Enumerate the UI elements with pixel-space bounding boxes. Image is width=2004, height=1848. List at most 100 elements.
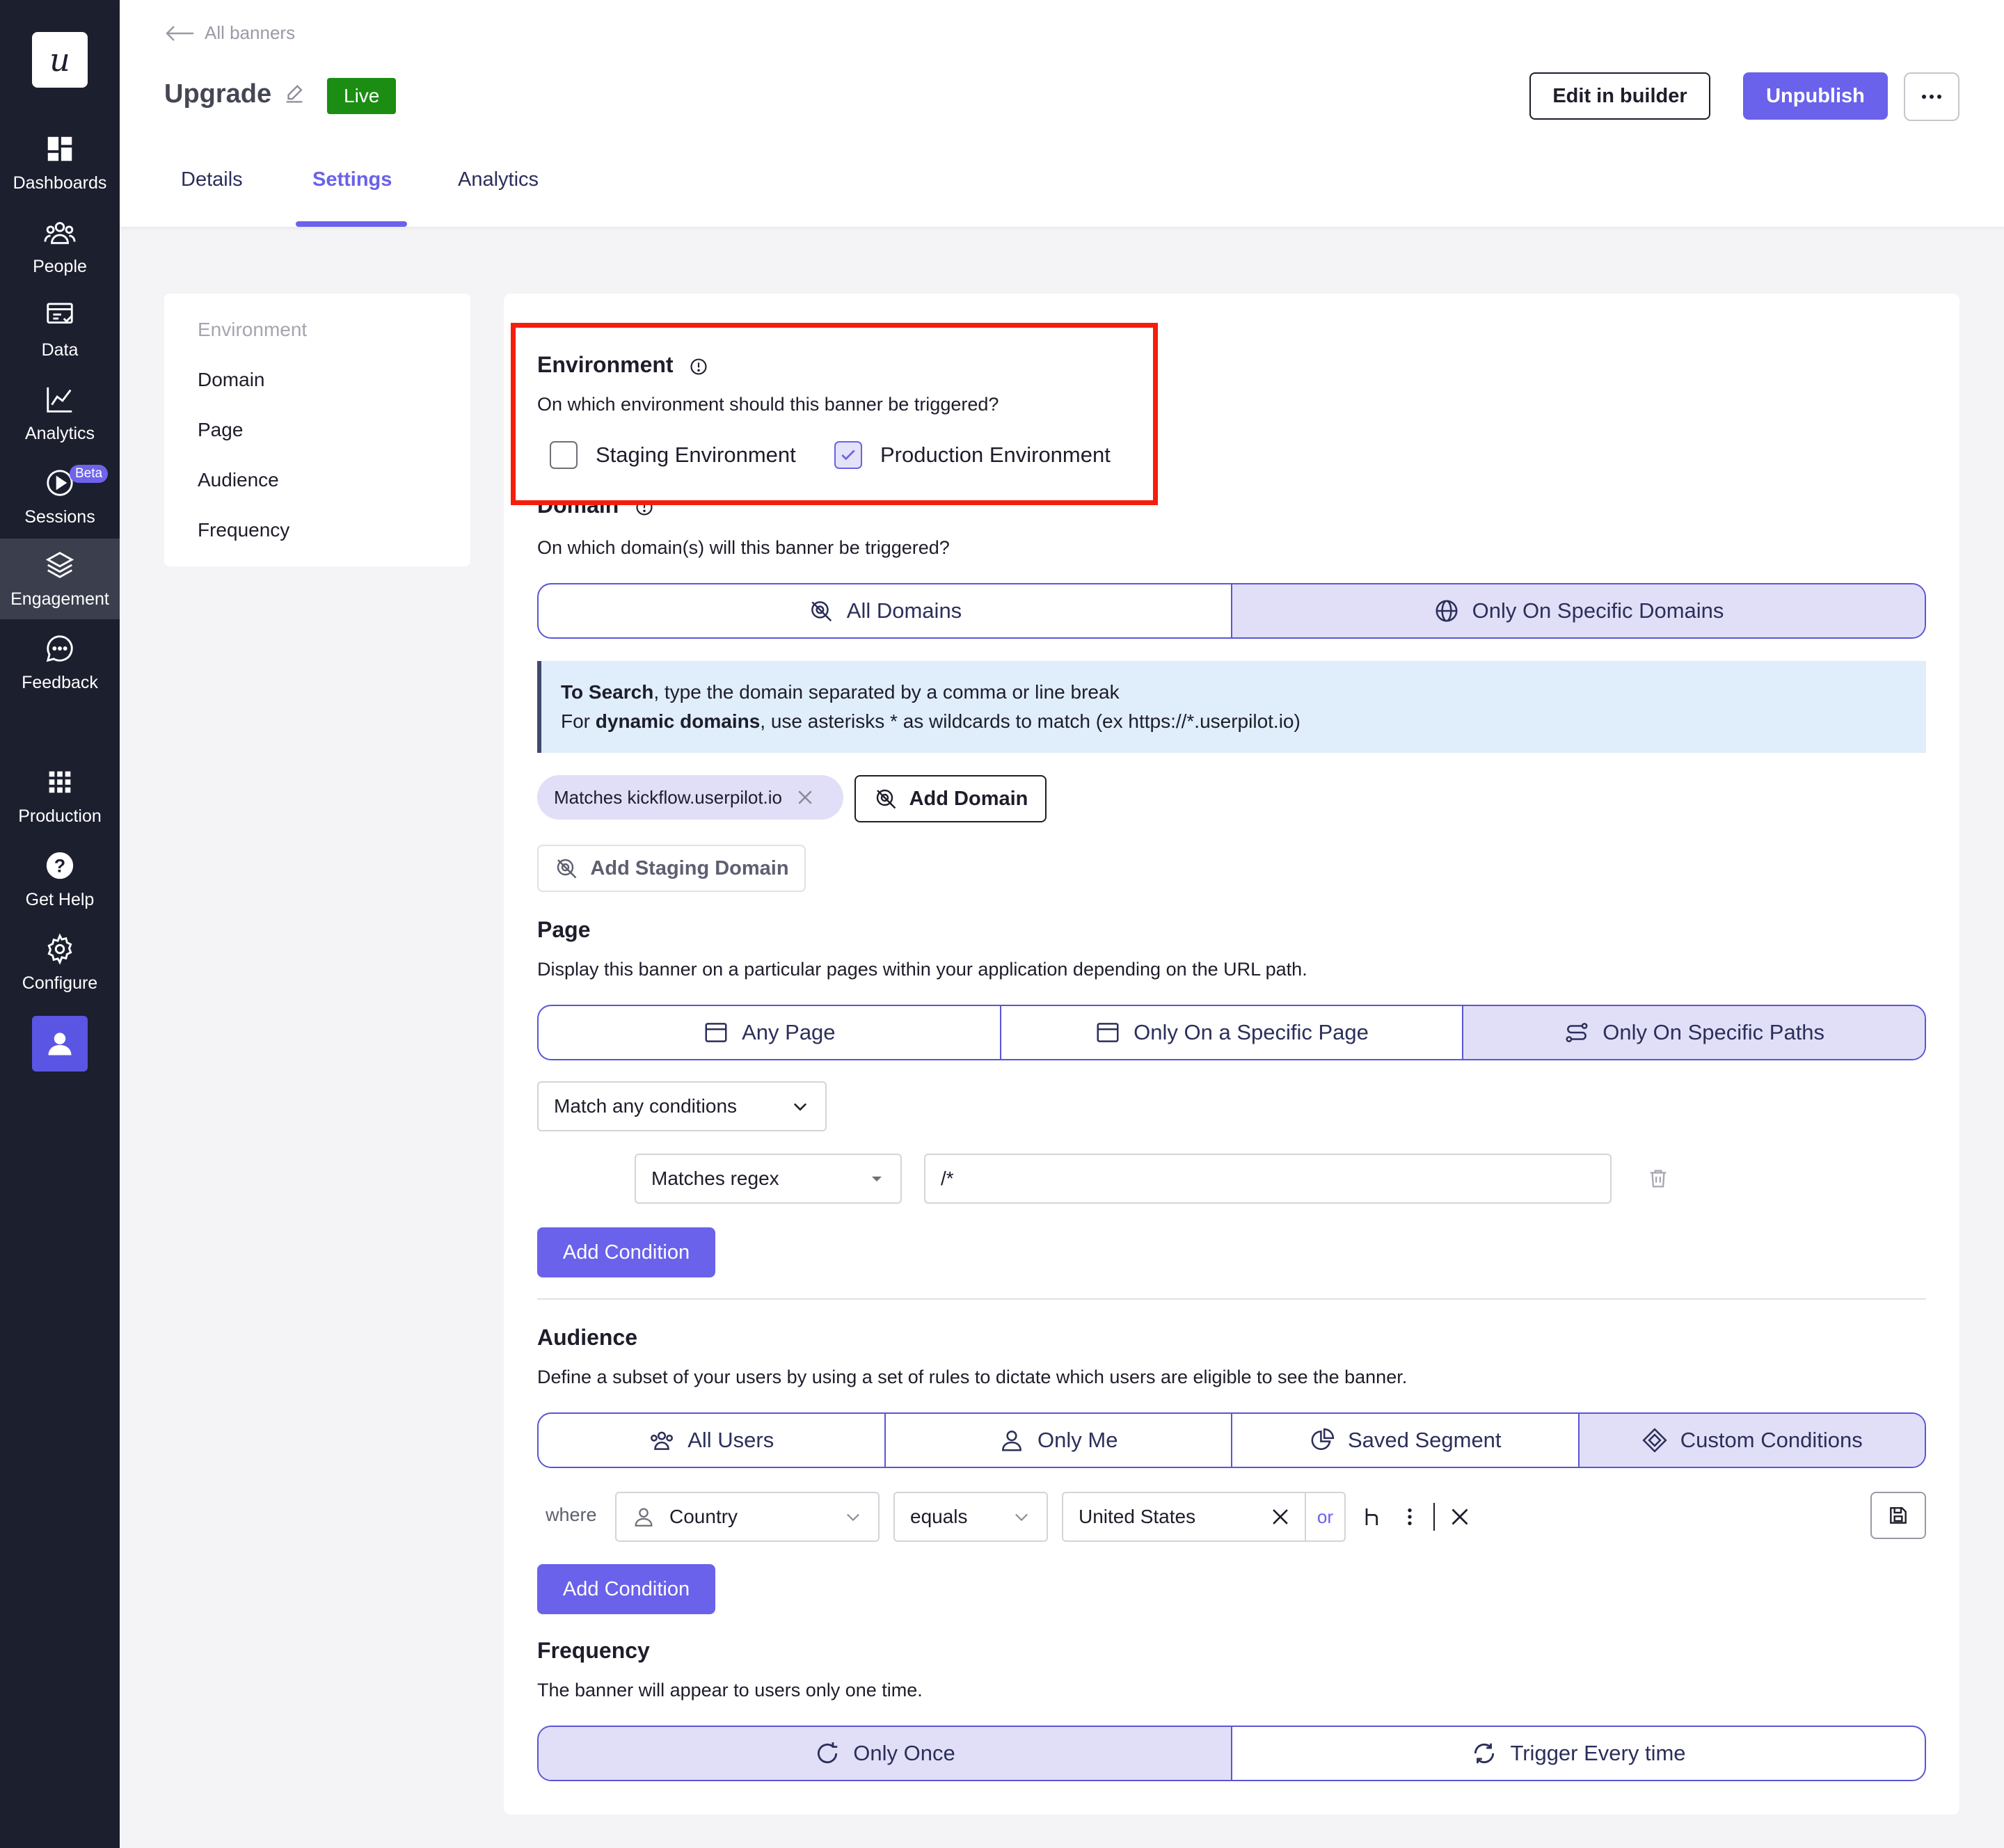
page-add-condition-button[interactable]: Add Condition	[537, 1227, 715, 1277]
sidebar-item-get-help[interactable]: ? Get Help	[0, 839, 120, 920]
sync-icon	[1474, 1743, 1495, 1764]
userpilot-logo[interactable]: u	[32, 32, 88, 88]
only-once-label: Only Once	[853, 1741, 955, 1765]
sidebar-item-analytics[interactable]: Analytics	[0, 373, 120, 454]
more-vertical-icon[interactable]	[1399, 1506, 1421, 1528]
production-environment-checkbox[interactable]	[834, 441, 862, 469]
user-avatar[interactable]	[32, 1016, 88, 1072]
custom-conditions-label: Custom Conditions	[1680, 1428, 1863, 1452]
trigger-every-time-label: Trigger Every time	[1510, 1741, 1686, 1765]
section-link-page[interactable]: Page	[198, 419, 243, 441]
page-options: Any Page Only On a Specific Page Only On…	[537, 1005, 1926, 1060]
info-bold-search: To Search	[561, 681, 654, 703]
sidebar-item-sessions[interactable]: Beta Sessions	[0, 456, 120, 537]
all-users-option[interactable]: All Users	[539, 1414, 884, 1467]
audience-value-input[interactable]: United States or	[1062, 1492, 1346, 1542]
trash-icon[interactable]	[1646, 1166, 1670, 1191]
operator-value: equals	[910, 1506, 968, 1527]
save-segment-button[interactable]	[1870, 1492, 1926, 1539]
any-page-option[interactable]: Any Page	[539, 1006, 1000, 1059]
page-title: Upgrade	[164, 79, 272, 109]
domain-chip: Matches kickflow.userpilot.io	[537, 775, 843, 820]
specific-domains-label: Only On Specific Domains	[1472, 598, 1724, 623]
domain-search-info: To Search, type the domain separated by …	[537, 661, 1926, 753]
specific-paths-option[interactable]: Only On Specific Paths	[1462, 1006, 1925, 1059]
unpublish-button[interactable]: Unpublish	[1743, 72, 1888, 120]
branch-icon[interactable]	[1361, 1506, 1383, 1528]
help-icon: ?	[46, 852, 74, 879]
browser-icon	[705, 1023, 727, 1042]
chevron-down-icon	[847, 1513, 859, 1522]
audience-add-condition-button[interactable]: Add Condition	[537, 1564, 715, 1614]
match-conditions-select[interactable]: Match any conditions	[537, 1081, 827, 1131]
saved-segment-label: Saved Segment	[1347, 1428, 1502, 1452]
condition-operator-select[interactable]: Matches regex	[635, 1154, 902, 1204]
only-me-option[interactable]: Only Me	[884, 1414, 1232, 1467]
info-icon	[690, 358, 708, 375]
close-icon[interactable]	[1269, 1505, 1292, 1529]
user-icon	[48, 1033, 72, 1056]
feedback-icon	[46, 635, 73, 662]
where-label: where	[546, 1504, 597, 1525]
sidebar-item-label: Feedback	[22, 672, 98, 692]
operator-select[interactable]: equals	[893, 1492, 1048, 1542]
sidebar-item-engagement[interactable]: Engagement	[0, 539, 120, 619]
gear-icon	[47, 932, 72, 965]
close-icon[interactable]	[1447, 1504, 1472, 1529]
staging-environment-option[interactable]: Staging Environment	[550, 441, 796, 469]
user-icon	[635, 1508, 653, 1527]
chevron-down-icon	[793, 1103, 807, 1111]
info-prefix-dynamic: For	[561, 710, 596, 732]
all-domains-option[interactable]: All Domains	[539, 584, 1231, 637]
close-icon[interactable]	[795, 787, 816, 808]
sidebar-item-data[interactable]: Data	[0, 289, 120, 370]
condition-operator-value: Matches regex	[651, 1168, 779, 1189]
only-once-option[interactable]: Only Once	[539, 1727, 1231, 1780]
edit-in-builder-button[interactable]: Edit in builder	[1529, 72, 1710, 120]
frequency-options: Only Once Trigger Every time	[537, 1726, 1926, 1781]
more-options-button[interactable]	[1904, 72, 1959, 121]
condition-value-input[interactable]: /*	[924, 1154, 1612, 1204]
specific-domains-option[interactable]: Only On Specific Domains	[1231, 584, 1925, 637]
sidebar-item-label: Data	[41, 340, 79, 360]
section-link-frequency[interactable]: Frequency	[198, 519, 289, 541]
staging-environment-checkbox[interactable]	[550, 441, 578, 469]
audience-value-text: United States	[1079, 1506, 1196, 1527]
property-select[interactable]: Country	[615, 1492, 880, 1542]
trigger-every-time-option[interactable]: Trigger Every time	[1231, 1727, 1925, 1780]
section-link-environment[interactable]: Environment	[198, 319, 307, 341]
grid-icon	[49, 771, 71, 792]
specific-page-option[interactable]: Only On a Specific Page	[999, 1006, 1463, 1059]
sidebar-item-production[interactable]: Production	[0, 756, 120, 836]
or-button[interactable]: or	[1304, 1493, 1344, 1540]
beta-badge: Beta	[70, 465, 109, 483]
sidebar-item-dashboards[interactable]: Dashboards	[0, 122, 120, 203]
all-users-label: All Users	[687, 1428, 774, 1452]
people-icon	[44, 221, 76, 244]
sidebar-item-configure[interactable]: Configure	[0, 923, 120, 1003]
pencil-icon[interactable]	[283, 82, 306, 106]
domain-chip-label: Matches kickflow.userpilot.io	[554, 786, 783, 808]
tab-analytics[interactable]: Analytics	[458, 168, 539, 191]
add-domain-button[interactable]: Add Domain	[854, 775, 1047, 822]
tab-details[interactable]: Details	[181, 168, 243, 191]
domain-description: On which domain(s) will this banner be t…	[537, 537, 950, 558]
tab-settings[interactable]: Settings	[312, 168, 392, 191]
domain-icon	[557, 859, 577, 879]
dashboards-icon	[47, 136, 72, 161]
section-link-domain[interactable]: Domain	[198, 369, 264, 391]
saved-segment-option[interactable]: Saved Segment	[1231, 1414, 1578, 1467]
all-domains-label: All Domains	[846, 598, 962, 623]
sidebar-item-people[interactable]: People	[0, 206, 120, 287]
sidebar-item-label: Production	[18, 806, 102, 826]
custom-conditions-option[interactable]: Custom Conditions	[1577, 1414, 1925, 1467]
sidebar-item-feedback[interactable]: Feedback	[0, 622, 120, 703]
production-environment-label: Production Environment	[880, 443, 1111, 467]
back-link[interactable]: All banners	[164, 22, 295, 44]
sidebar-item-label: Get Help	[25, 889, 95, 909]
add-staging-domain-button[interactable]: Add Staging Domain	[537, 845, 806, 892]
environment-description: On which environment should this banner …	[537, 394, 999, 415]
production-environment-option[interactable]: Production Environment	[834, 441, 1111, 469]
audience-options: All Users Only Me Saved Segment Custom C…	[537, 1412, 1926, 1468]
section-link-audience[interactable]: Audience	[198, 469, 279, 491]
